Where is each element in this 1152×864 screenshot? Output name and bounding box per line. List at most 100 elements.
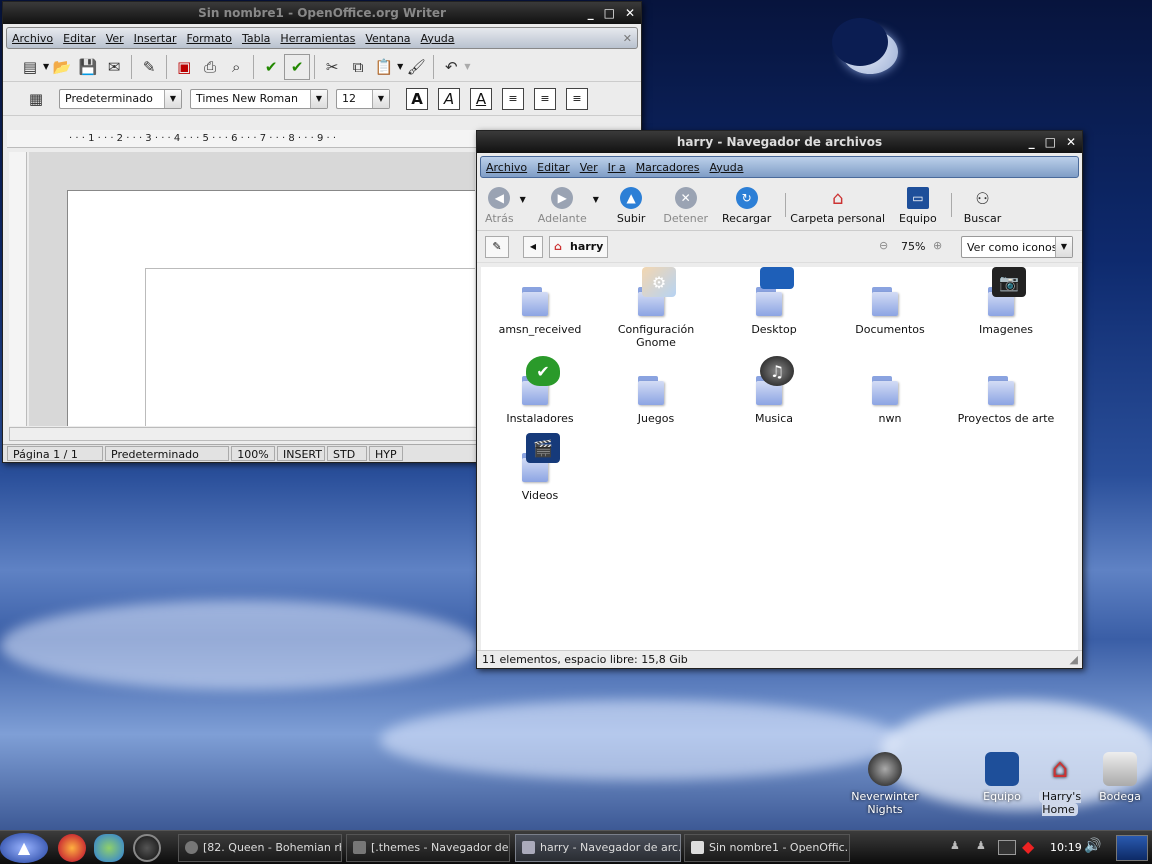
- menu-marcadores[interactable]: Marcadores: [631, 161, 705, 174]
- menu-ver[interactable]: Ver: [575, 161, 603, 174]
- writer-titlebar[interactable]: Sin nombre1 - OpenOffice.org Writer _ □ ✕: [3, 2, 641, 24]
- desktop-icon-equipo[interactable]: Equipo: [982, 752, 1022, 803]
- save-icon[interactable]: 💾: [75, 54, 101, 80]
- paragraph-style-select[interactable]: Predeterminado ▼: [59, 88, 182, 109]
- folder-item[interactable]: ✔ Instaladores: [485, 356, 595, 425]
- toggle-location-icon[interactable]: ✎: [485, 236, 509, 258]
- folder-item[interactable]: Desktop: [719, 267, 829, 336]
- chevron-down-icon[interactable]: ▼: [372, 89, 389, 108]
- folder-item[interactable]: nwn: [835, 356, 945, 425]
- folder-item[interactable]: ♫ Musica: [719, 356, 829, 425]
- align-left-icon[interactable]: ≡: [502, 87, 524, 110]
- menu-editar[interactable]: Editar: [532, 161, 575, 174]
- chevron-down-icon[interactable]: ▼: [164, 89, 181, 108]
- forward-button[interactable]: ▶ Adelante: [538, 187, 587, 225]
- print-preview-icon[interactable]: ⌕: [223, 54, 249, 80]
- status-selection[interactable]: STD: [327, 446, 367, 461]
- menu-archivo[interactable]: Archivo: [7, 32, 58, 45]
- path-button-harry[interactable]: ⌂ harry: [549, 236, 609, 258]
- folder-item[interactable]: Juegos: [601, 356, 711, 425]
- stop-button[interactable]: ✕ Detener: [663, 187, 708, 225]
- bold-icon[interactable]: A: [406, 87, 428, 110]
- open-folder-icon[interactable]: 📂: [49, 54, 75, 80]
- resize-grip-icon[interactable]: ◢: [1070, 651, 1078, 669]
- task-file-manager[interactable]: harry - Navegador de arc...: [515, 834, 681, 862]
- vertical-ruler[interactable]: [9, 152, 27, 426]
- clock[interactable]: 10:19: [1050, 841, 1082, 854]
- menu-tabla[interactable]: Tabla: [237, 32, 275, 45]
- minimize-icon[interactable]: _: [588, 2, 594, 24]
- media-player-icon[interactable]: [133, 834, 161, 862]
- menu-ir-a[interactable]: Ir a: [603, 161, 631, 174]
- zoom-level[interactable]: 75%: [901, 240, 925, 253]
- folder-item[interactable]: 🎬 Videos: [485, 433, 595, 502]
- copy-icon[interactable]: ⧉: [345, 54, 371, 80]
- task-themes[interactable]: [.themes - Navegador de ...: [346, 834, 510, 862]
- icon-view[interactable]: amsn_received ⚙ Configuración Gnome Deskt…: [481, 267, 1078, 652]
- zoom-out-icon[interactable]: ⊖: [879, 239, 888, 252]
- terminal-icon[interactable]: [998, 840, 1016, 855]
- zoom-in-icon[interactable]: ⊕: [933, 239, 942, 252]
- menu-editar[interactable]: Editar: [58, 32, 101, 45]
- folder-item[interactable]: amsn_received: [485, 267, 595, 336]
- align-center-icon[interactable]: ≡: [534, 87, 556, 110]
- desktop-icon-neverwinter[interactable]: Neverwinter Nights: [838, 752, 932, 816]
- back-button[interactable]: ◀ Atrás: [485, 187, 514, 225]
- user-icon[interactable]: ♟: [950, 839, 960, 852]
- chevron-left-icon[interactable]: ◀: [523, 236, 543, 258]
- up-button[interactable]: ▲ Subir: [617, 187, 645, 225]
- underline-icon[interactable]: A: [470, 87, 492, 110]
- cut-icon[interactable]: ✂: [319, 54, 345, 80]
- close-icon[interactable]: ✕: [625, 2, 635, 24]
- folder-item[interactable]: Documentos: [835, 267, 945, 336]
- show-desktop-icon[interactable]: [1116, 835, 1148, 861]
- task-music[interactable]: [82. Queen - Bohemian rh...: [178, 834, 342, 862]
- view-mode-select[interactable]: Ver como iconos ▼: [961, 236, 1073, 258]
- font-size-select[interactable]: 12 ▼: [336, 88, 390, 109]
- folder-item[interactable]: 📷 Imagenes: [951, 267, 1061, 336]
- chevron-down-icon[interactable]: ▼: [310, 89, 327, 108]
- styles-icon[interactable]: ▦: [23, 86, 49, 112]
- search-button[interactable]: ⚇ Buscar: [964, 187, 1002, 226]
- status-hyperlink[interactable]: HYP: [369, 446, 403, 461]
- chevron-down-icon[interactable]: ▼: [1055, 237, 1072, 257]
- folder-item[interactable]: Proyectos de arte: [951, 356, 1061, 425]
- menu-ayuda[interactable]: Ayuda: [704, 161, 748, 174]
- email-icon[interactable]: ✉: [101, 54, 127, 80]
- maximize-icon[interactable]: □: [1045, 131, 1056, 153]
- maximize-icon[interactable]: □: [604, 2, 615, 24]
- firefox-icon[interactable]: [58, 834, 86, 862]
- spellcheck-icon[interactable]: ✔: [258, 54, 284, 80]
- align-right-icon[interactable]: ≡: [566, 87, 588, 110]
- format-paintbrush-icon[interactable]: 🖌: [403, 54, 429, 80]
- messenger-icon[interactable]: [94, 834, 124, 862]
- ruby-icon[interactable]: ◆: [1022, 837, 1034, 856]
- desktop-icon-home[interactable]: ⌂ Harry's Home: [1024, 752, 1096, 816]
- menu-insertar[interactable]: Insertar: [129, 32, 182, 45]
- folder-item[interactable]: ⚙ Configuración Gnome: [601, 267, 711, 349]
- menu-herramientas[interactable]: Herramientas: [275, 32, 360, 45]
- home-button[interactable]: ⌂ Carpeta personal: [790, 187, 885, 226]
- horizontal-scrollbar[interactable]: [9, 427, 477, 441]
- reload-button[interactable]: ↻ Recargar: [722, 187, 771, 225]
- start-menu-icon[interactable]: ▲: [0, 833, 48, 863]
- undo-icon[interactable]: ↶: [438, 54, 464, 80]
- new-document-icon[interactable]: ▤: [17, 54, 43, 80]
- desktop-icon-bodega[interactable]: Bodega: [1098, 752, 1142, 803]
- status-zoom[interactable]: 100%: [231, 446, 275, 461]
- minimize-icon[interactable]: _: [1029, 131, 1035, 153]
- print-icon[interactable]: ⎙: [197, 54, 223, 80]
- paste-icon[interactable]: 📋: [371, 54, 397, 80]
- task-writer[interactable]: Sin nombre1 - OpenOffic...: [684, 834, 850, 862]
- menu-ventana[interactable]: Ventana: [360, 32, 415, 45]
- menu-ayuda[interactable]: Ayuda: [416, 32, 460, 45]
- status-insert[interactable]: INSERT: [277, 446, 325, 461]
- edit-file-icon[interactable]: ✎: [136, 54, 162, 80]
- user-icon[interactable]: ♟: [976, 839, 986, 852]
- autospellcheck-icon[interactable]: ✔: [284, 53, 311, 80]
- italic-icon[interactable]: A: [438, 87, 460, 110]
- close-doc-icon[interactable]: ✕: [618, 32, 637, 45]
- export-pdf-icon[interactable]: ▣: [171, 54, 197, 80]
- volume-icon[interactable]: 🔊: [1084, 838, 1101, 854]
- document-canvas[interactable]: [29, 152, 475, 426]
